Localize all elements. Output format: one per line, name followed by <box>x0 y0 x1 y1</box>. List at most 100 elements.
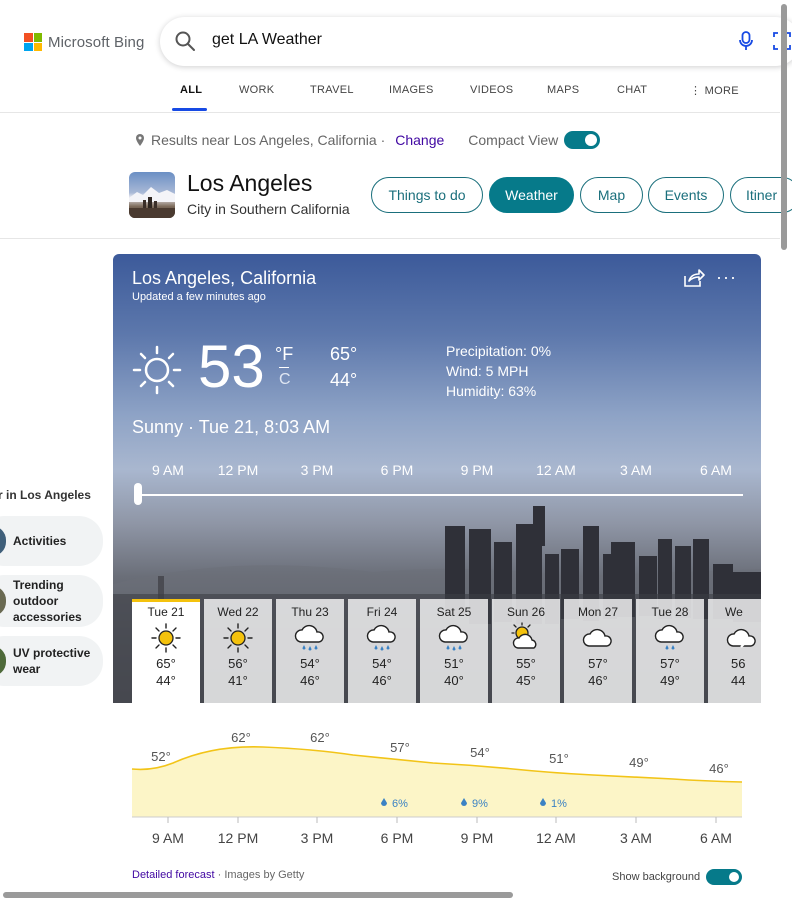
tab-maps[interactable]: MAPS <box>547 84 579 96</box>
hourly-precip-label: 9% <box>472 798 488 810</box>
activities-thumbnail <box>0 526 6 556</box>
rain-cloud-icon <box>636 621 704 655</box>
bing-results-page: { "header": { "logo_text": "Microsoft Bi… <box>0 0 792 904</box>
unit-celsius[interactable]: C <box>279 371 291 389</box>
hourly-hour-label: 6 AM <box>700 830 732 846</box>
weather-card: Los Angeles, California Updated a few mi… <box>113 254 761 703</box>
tab-travel[interactable]: TRAVEL <box>310 84 354 96</box>
sidebar-item-uv-wear[interactable]: UV protective wear <box>0 636 103 686</box>
day-low: 44° <box>156 673 176 688</box>
hourly-hour-label: 9 AM <box>152 830 184 846</box>
pill-weather[interactable]: Weather <box>489 177 574 213</box>
location-pin-icon <box>136 134 144 146</box>
header-divider <box>0 112 780 113</box>
sun-icon <box>204 621 272 655</box>
share-icon[interactable] <box>683 268 705 293</box>
day-name: Sat 25 <box>436 605 472 619</box>
tab-videos[interactable]: VIDEOS <box>470 84 513 96</box>
day-name: Sun 26 <box>506 605 546 619</box>
partly-sunny-icon <box>492 621 560 655</box>
hourly-temp-label: 54° <box>470 745 490 760</box>
timeline-hour: 6 PM <box>380 462 414 478</box>
los-angeles-thumbnail[interactable] <box>129 172 175 218</box>
search-box[interactable]: get LA Weather <box>160 17 792 66</box>
tab-work[interactable]: WORK <box>239 84 274 96</box>
day-card-sat-25[interactable]: Sat 25 51° 40° <box>420 599 488 703</box>
day-high: 65° <box>156 656 176 671</box>
day-low: 44 <box>731 673 746 688</box>
compact-view-toggle[interactable] <box>564 131 601 149</box>
day-card-sun-26[interactable]: Sun 26 55° 45° <box>492 599 560 703</box>
timeline-hour: 6 AM <box>700 462 732 478</box>
sidebar-item-activities[interactable]: Activities <box>0 516 103 566</box>
day-card-tue-28[interactable]: Tue 28 57° 49° <box>636 599 704 703</box>
day-card-wed-29[interactable]: We 56 44 <box>708 599 761 703</box>
humidity: Humidity: 63% <box>446 383 537 399</box>
day-card-fri-24[interactable]: Fri 24 54° 46° <box>348 599 416 703</box>
entity-divider <box>0 238 780 239</box>
hourly-hour-label: 12 PM <box>218 830 258 846</box>
vertical-scrollbar[interactable] <box>781 4 787 250</box>
more-options-icon[interactable]: ··· <box>716 268 737 286</box>
weather-updated: Updated a few minutes ago <box>132 291 266 303</box>
day-name: Thu 23 <box>291 605 329 619</box>
sun-icon <box>132 345 182 400</box>
sidebar-item-label: Trending outdoor accessories <box>13 578 82 624</box>
pill-events[interactable]: Events <box>648 177 724 213</box>
tab-chat[interactable]: CHAT <box>617 84 647 96</box>
pill-map[interactable]: Map <box>580 177 643 213</box>
chevron-right-icon[interactable] <box>739 634 749 653</box>
images-credit: · Images by Getty <box>214 869 305 881</box>
high-temp: 65° <box>330 344 358 364</box>
microphone-icon[interactable] <box>738 30 754 57</box>
search-nav-tabs: ALL WORK TRAVEL IMAGES VIDEOS MAPS CHAT … <box>0 78 792 112</box>
search-icon[interactable] <box>174 30 196 57</box>
tab-more[interactable]: ⋮ MORE <box>690 84 739 97</box>
day-name: We <box>725 605 743 619</box>
search-input[interactable]: get LA Weather <box>212 31 322 49</box>
hourly-hour-label: 3 PM <box>301 830 334 846</box>
day-high: 56° <box>228 656 248 671</box>
day-high: 57° <box>588 656 608 671</box>
show-background-control: Show background <box>612 869 743 885</box>
hourly-chart-svg: 52° 62° 62° 57° 54° 51° 49° 46° 6% 9% 1%… <box>131 730 743 846</box>
hourly-hour-label: 3 AM <box>620 830 652 846</box>
detailed-forecast-link[interactable]: Detailed forecast <box>132 869 215 881</box>
day-low: 46° <box>300 673 320 688</box>
unit-fahrenheit[interactable]: °F <box>275 344 293 365</box>
location-bar: Results near Los Angeles, California · C… <box>134 131 601 149</box>
day-card-mon-27[interactable]: Mon 27 57° 46° <box>564 599 632 703</box>
change-location-link[interactable]: Change <box>395 132 444 148</box>
outdoor-accessories-thumbnail <box>0 586 6 616</box>
pill-things-to-do[interactable]: Things to do <box>371 177 483 213</box>
hourly-hour-label: 9 PM <box>461 830 494 846</box>
hourly-temperature-chart: 52° 62° 62° 57° 54° 51° 49° 46° 6% 9% 1%… <box>113 703 761 893</box>
tab-images[interactable]: IMAGES <box>389 84 434 96</box>
time-slider-track[interactable] <box>138 494 743 496</box>
entity-title: Los Angeles <box>187 170 313 196</box>
day-card-thu-23[interactable]: Thu 23 54° 46° <box>276 599 344 703</box>
timeline-hour: 12 PM <box>217 462 259 478</box>
hourly-hour-label: 6 PM <box>381 830 414 846</box>
day-name: Tue 21 <box>147 605 185 619</box>
hourly-temp-label: 62° <box>310 730 330 745</box>
day-low: 40° <box>444 673 464 688</box>
show-background-toggle[interactable] <box>706 869 743 885</box>
hourly-precip-label: 1% <box>551 798 567 810</box>
sidebar-item-trending-outdoor[interactable]: Trending outdoor accessories <box>0 575 103 627</box>
forecast-footer: Detailed forecast · Images by Getty <box>132 869 304 881</box>
hourly-temp-label: 49° <box>629 755 649 770</box>
bing-logo[interactable]: Microsoft Bing <box>24 33 144 51</box>
hourly-temp-label: 52° <box>151 749 171 764</box>
day-low: 46° <box>588 673 608 688</box>
condition-text: Sunny · Tue 21, 8:03 AM <box>132 417 331 437</box>
active-tab-indicator <box>172 108 207 111</box>
timeline-hour: 9 AM <box>152 462 184 478</box>
day-card-wed-22[interactable]: Wed 22 56° 41° <box>204 599 272 703</box>
time-slider-handle[interactable] <box>134 483 142 505</box>
hourly-temp-label: 46° <box>709 761 729 776</box>
horizontal-scrollbar[interactable] <box>3 892 513 898</box>
tab-all[interactable]: ALL <box>180 84 202 96</box>
day-card-tue-21[interactable]: Tue 21 65° 44° <box>132 599 200 703</box>
day-low: 46° <box>372 673 392 688</box>
